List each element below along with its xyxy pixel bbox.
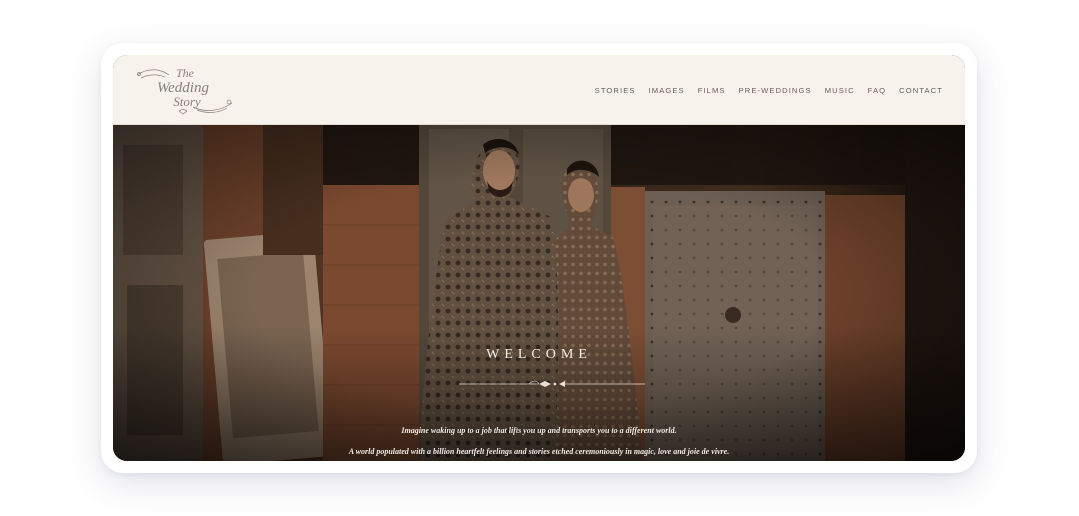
hero-title: WELCOME xyxy=(486,347,592,362)
nav-item-films[interactable]: FILMS xyxy=(698,86,726,95)
nav-item-stories[interactable]: STORIES xyxy=(595,86,636,95)
nav-item-pre-weddings[interactable]: PRE-WEDDINGS xyxy=(739,86,812,95)
ornamental-divider-icon xyxy=(459,380,645,387)
logo-line-1: The xyxy=(176,66,195,80)
hero-section: WELCOME Imagine waking up to a job that … xyxy=(113,125,965,461)
nav-item-contact[interactable]: CONTACT xyxy=(899,86,943,95)
logo-line-3: Story xyxy=(173,94,201,109)
the-wedding-story-logo[interactable]: The Wedding Story xyxy=(135,61,235,117)
nav-item-faq[interactable]: FAQ xyxy=(868,86,887,95)
hero-tagline-1: Imagine waking up to a job that lifts yo… xyxy=(401,426,677,435)
nav-item-images[interactable]: IMAGES xyxy=(649,86,685,95)
main-nav: STORIES IMAGES FILMS PRE-WEDDINGS MUSIC … xyxy=(595,55,943,125)
site-header: The Wedding Story STORIES IMAGES FILMS P… xyxy=(113,55,965,125)
nav-item-music[interactable]: MUSIC xyxy=(825,86,855,95)
hero-tagline-2: A world populated with a billion heartfe… xyxy=(348,447,730,456)
hero-photo-couple xyxy=(113,125,965,461)
website-screen: The Wedding Story STORIES IMAGES FILMS P… xyxy=(113,55,965,461)
browser-frame: The Wedding Story STORIES IMAGES FILMS P… xyxy=(101,43,977,473)
